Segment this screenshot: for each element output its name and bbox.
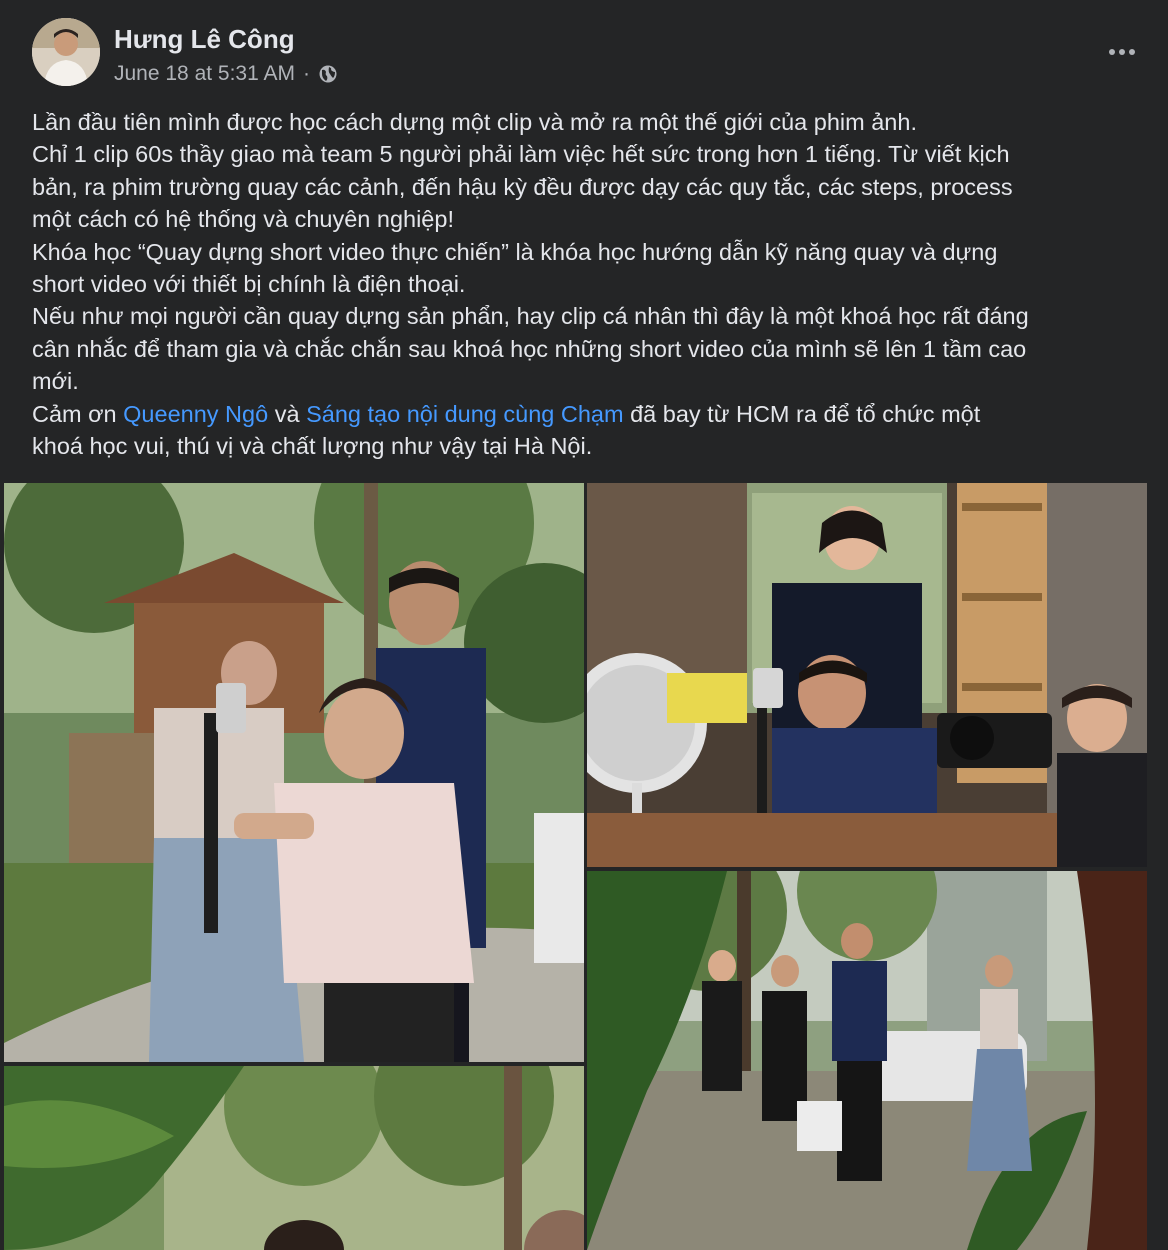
thanks-prefix: Cảm ơn <box>32 400 124 427</box>
text-line: một cách có hệ thống và chuyên nghiệp! <box>32 206 454 233</box>
text-line: short video với thiết bị chính là điện t… <box>32 271 466 298</box>
mention-queenny-ngo[interactable]: Queenny Ngô <box>123 401 268 427</box>
photo-1[interactable] <box>4 483 584 1062</box>
post-text: Lần đầu tiên mình được học cách dựng một… <box>32 106 1142 462</box>
text-line: Lần đầu tiên mình được học cách dựng một… <box>32 109 917 135</box>
author-name[interactable]: Hưng Lê Công <box>114 24 295 55</box>
globe-icon[interactable] <box>318 64 338 84</box>
more-dot <box>1109 49 1115 55</box>
avatar-image <box>32 18 100 86</box>
photo-4[interactable] <box>587 871 1147 1250</box>
photo-grid <box>0 483 1168 1250</box>
thanks-line: Cảm ơn Queenny Ngô và Sáng tạo nội dung … <box>32 398 1142 430</box>
photo-2[interactable] <box>587 483 1147 867</box>
photo-2-image <box>587 483 1147 867</box>
text-line: Chỉ 1 clip 60s thầy giao mà team 5 người… <box>32 141 1010 168</box>
text-line: mới. <box>32 368 79 395</box>
text-line: Nếu như mọi người cần quay dựng sản phẩn… <box>32 303 1029 330</box>
text-line: Khóa học “Quay dựng short video thực chi… <box>32 238 998 265</box>
meta-separator: · <box>302 62 310 85</box>
photo-3[interactable] <box>4 1066 584 1250</box>
more-dot <box>1129 49 1135 55</box>
text-line: khoá học vui, thú vị và chất lượng như v… <box>32 433 593 460</box>
more-dot <box>1119 49 1125 55</box>
post-meta: June 18 at 5:31 AM · <box>114 62 338 86</box>
author-avatar[interactable] <box>32 18 100 86</box>
thanks-suffix: đã bay từ HCM ra để tổ chức một <box>623 400 981 427</box>
more-options-button[interactable] <box>1102 38 1142 66</box>
photo-4-image <box>587 871 1147 1250</box>
photo-3-image <box>4 1066 584 1250</box>
post-header: Hưng Lê Công June 18 at 5:31 AM · <box>32 18 1142 94</box>
mention-sang-tao-noi-dung[interactable]: Sáng tạo nội dung cùng Chạm <box>306 401 623 427</box>
text-line: bản, ra phim trường quay các cảnh, đến h… <box>32 173 1013 200</box>
facebook-post: Hưng Lê Công June 18 at 5:31 AM · Lần đầ… <box>0 0 1168 1250</box>
photo-1-image <box>4 483 584 1062</box>
post-timestamp[interactable]: June 18 at 5:31 AM <box>114 62 295 86</box>
text-line: cân nhắc để tham gia và chắc chắn sau kh… <box>32 335 1027 362</box>
thanks-and: và <box>268 400 307 427</box>
